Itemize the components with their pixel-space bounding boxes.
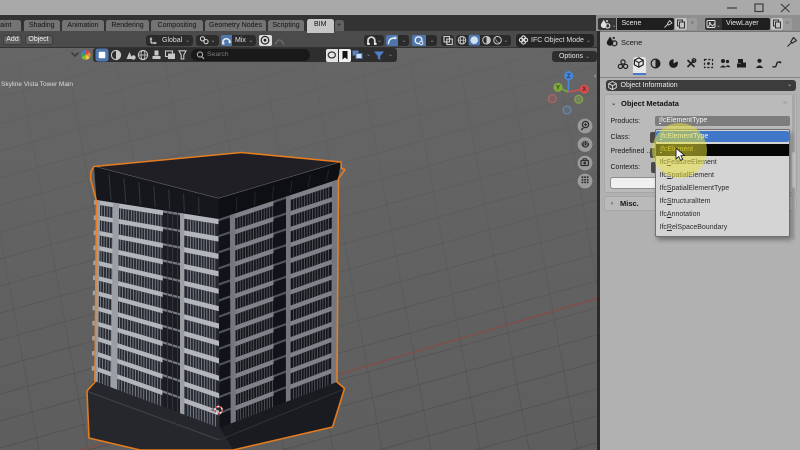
svg-text:X: X bbox=[582, 87, 586, 93]
svg-text:⌄: ⌄ bbox=[612, 23, 617, 29]
svg-text:Z: Z bbox=[567, 74, 571, 80]
svg-text:Y: Y bbox=[556, 86, 560, 92]
svg-text:⌄: ⌄ bbox=[716, 23, 721, 29]
